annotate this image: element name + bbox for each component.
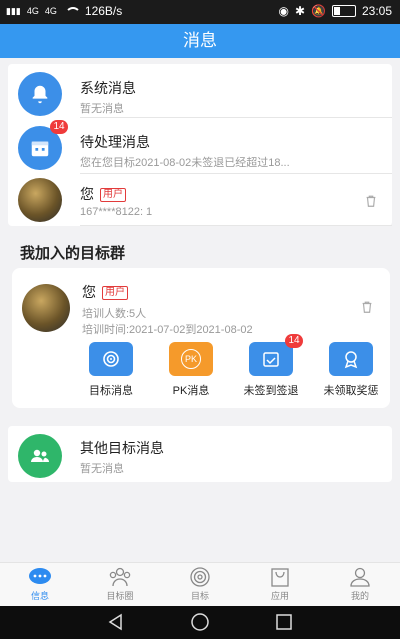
page-title: 消息 — [0, 24, 400, 58]
pk-message-button[interactable]: PK PK消息 — [152, 342, 230, 398]
back-icon[interactable] — [106, 612, 126, 632]
group-actions: 目标消息 PK PK消息 14 未签到签退 未领取奖惩 — [72, 334, 390, 402]
group-card[interactable]: 您用户 培训人数:5人 培训时间:2021-07-02到2021-08-02 目… — [12, 268, 390, 408]
net-speed: 126B/s — [84, 4, 123, 18]
tab-label: 应用 — [270, 591, 289, 601]
group-time: 培训时间:2021-07-02到2021-08-02 — [82, 324, 253, 336]
tab-apps[interactable]: 应用 — [240, 565, 320, 602]
action-label: 未领取奖惩 — [323, 385, 379, 397]
unclaimed-reward-button[interactable]: 未领取奖惩 — [312, 342, 390, 398]
system-message-item[interactable]: 系统消息 暂无消息 — [8, 64, 392, 118]
avatar — [18, 178, 62, 222]
system-nav-bar — [0, 606, 400, 639]
clock: 23:05 — [361, 4, 392, 18]
people-icon — [80, 565, 160, 589]
status-bar: ▮▮▮ 4G 4G 126B/s ◉ ✱ 🔕 23:05 — [0, 0, 400, 24]
target-message-button[interactable]: 目标消息 — [72, 342, 150, 398]
tab-target-circle[interactable]: 目标圈 — [80, 565, 160, 602]
calendar-check-icon: 14 — [249, 334, 303, 376]
group-avatar — [22, 284, 70, 332]
message-title: 其他目标消息 — [80, 440, 164, 456]
bag-icon — [240, 565, 320, 589]
trash-icon[interactable] — [360, 300, 374, 314]
section-title: 我加入的目标群 — [20, 245, 126, 262]
signal-label-1: 4G — [26, 6, 39, 16]
pending-badge: 14 — [50, 120, 68, 134]
message-subtitle: 暂无消息 — [80, 103, 124, 115]
tab-mine[interactable]: 我的 — [320, 565, 400, 602]
user-message-item[interactable]: 您用户 167****8122: 1 — [8, 174, 392, 226]
signal-label-2: 4G — [44, 6, 57, 16]
signal-icon: ▮▮▮ — [6, 6, 21, 16]
tab-messages[interactable]: 信息 — [0, 565, 80, 602]
message-subtitle: 暂无消息 — [80, 463, 124, 475]
message-subtitle: 167****8122: 1 — [80, 206, 153, 218]
tab-target[interactable]: 目标 — [160, 565, 240, 602]
group-name: 您 — [82, 284, 96, 300]
pk-icon: PK — [169, 342, 213, 376]
tab-bar: 信息 目标圈 目标 应用 我的 — [0, 562, 400, 607]
other-message-item[interactable]: 其他目标消息 暂无消息 — [8, 426, 392, 482]
action-label: 未签到签退 — [243, 385, 299, 397]
bluetooth-icon: ✱ — [294, 4, 306, 18]
user-name: 您 — [80, 186, 94, 202]
pending-message-item[interactable]: 14 待处理消息 您在您目标2021-08-02未签退已经超过18... — [8, 118, 392, 174]
unsigned-badge: 14 — [285, 334, 303, 348]
group-members: 培训人数:5人 — [82, 308, 147, 320]
mute-icon: 🔕 — [311, 4, 326, 18]
action-label: PK消息 — [172, 385, 210, 397]
group-tag: 用户 — [102, 286, 128, 300]
group-icon — [18, 434, 62, 478]
user-tag: 用户 — [100, 188, 126, 202]
battery-icon — [331, 5, 356, 17]
action-label: 目标消息 — [89, 385, 133, 397]
group-name-line: 您用户 — [82, 282, 128, 302]
message-title: 您用户 — [80, 184, 126, 204]
bell-icon — [18, 72, 62, 116]
tab-label: 目标圈 — [106, 591, 134, 601]
message-title: 系统消息 — [80, 80, 136, 96]
message-title: 待处理消息 — [80, 134, 150, 150]
message-list: 系统消息 暂无消息 14 待处理消息 您在您目标2021-08-02未签退已经超… — [8, 64, 392, 226]
home-icon[interactable] — [190, 612, 210, 632]
eye-icon: ◉ — [278, 4, 289, 18]
target-icon — [89, 342, 133, 376]
trash-icon[interactable] — [364, 194, 378, 208]
recents-icon[interactable] — [274, 612, 294, 632]
wifi-icon — [63, 5, 81, 17]
tab-label: 我的 — [350, 591, 369, 601]
tab-label: 目标 — [190, 591, 209, 601]
target-icon — [160, 565, 240, 589]
unsigned-button[interactable]: 14 未签到签退 — [232, 334, 310, 398]
message-subtitle: 您在您目标2021-08-02未签退已经超过18... — [80, 157, 290, 169]
user-icon — [320, 565, 400, 589]
chat-icon — [0, 565, 80, 589]
award-icon — [329, 342, 373, 376]
tab-label: 信息 — [30, 591, 49, 601]
